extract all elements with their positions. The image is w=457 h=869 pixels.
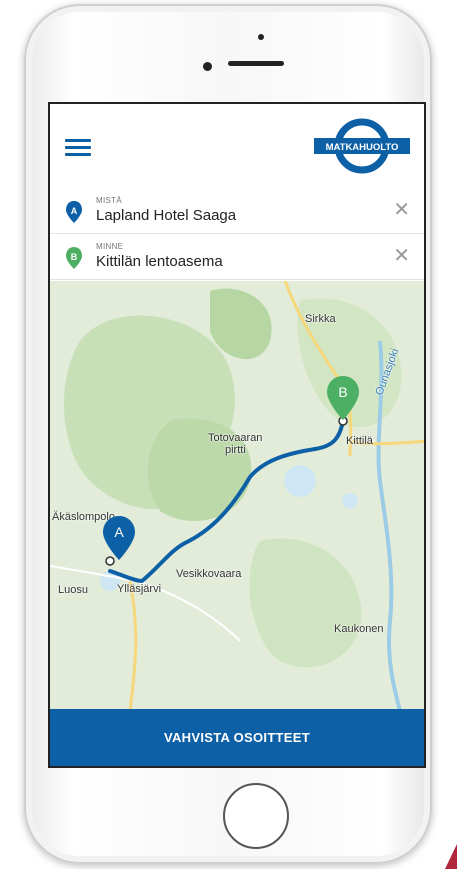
to-field[interactable]: B MINNE Kittilän lentoasema ✕ [50,234,424,280]
to-input[interactable]: Kittilän lentoasema [96,253,223,270]
map-label-luosu: Luosu [58,584,88,596]
from-label: MISTÄ [96,196,122,205]
svg-text:B: B [338,384,347,400]
map-background [50,281,424,711]
to-label: MINNE [96,242,124,251]
hamburger-menu-icon[interactable] [65,139,91,157]
route-map[interactable]: Sirkka Ounasjoki Totovaaran pirtti Kitti… [50,281,424,711]
map-label-yllasjarvi: Ylläsjärvi [117,583,162,595]
map-marker-a-icon[interactable]: A [102,515,136,561]
map-label-kaukonen: Kaukonen [334,623,384,635]
map-label-sirkka: Sirkka [305,313,336,325]
marker-b-icon: B [66,247,82,269]
matkahuolto-logo: MATKAHUOLTO [314,118,410,174]
app-screen: MATKAHUOLTO A MISTÄ Lapland Hotel Saaga … [48,102,426,768]
earpiece-speaker [228,61,284,66]
svg-text:A: A [71,206,78,216]
svg-text:A: A [114,524,124,540]
map-label-kittila: Kittilä [346,435,373,447]
home-button[interactable] [223,783,289,849]
map-label-vesikkovaara: Vesikkovaara [176,568,242,580]
app-header: MATKAHUOLTO [50,104,424,189]
proximity-sensor [258,34,264,40]
confirm-addresses-button[interactable]: VAHVISTA OSOITTEET [50,709,424,766]
clear-from-icon[interactable]: ✕ [393,200,410,220]
from-input[interactable]: Lapland Hotel Saaga [96,207,236,224]
marker-a-icon: A [66,201,82,223]
logo-text: MATKAHUOLTO [326,142,399,153]
map-marker-b-icon[interactable]: B [326,375,360,421]
from-field[interactable]: A MISTÄ Lapland Hotel Saaga ✕ [50,188,424,234]
map-label-pirtti: pirtti [225,444,246,456]
clear-to-icon[interactable]: ✕ [393,246,410,266]
front-camera [203,62,212,71]
map-label-totovaaran: Totovaaran [208,432,263,444]
corner-decoration [445,844,457,869]
svg-text:B: B [71,252,78,262]
